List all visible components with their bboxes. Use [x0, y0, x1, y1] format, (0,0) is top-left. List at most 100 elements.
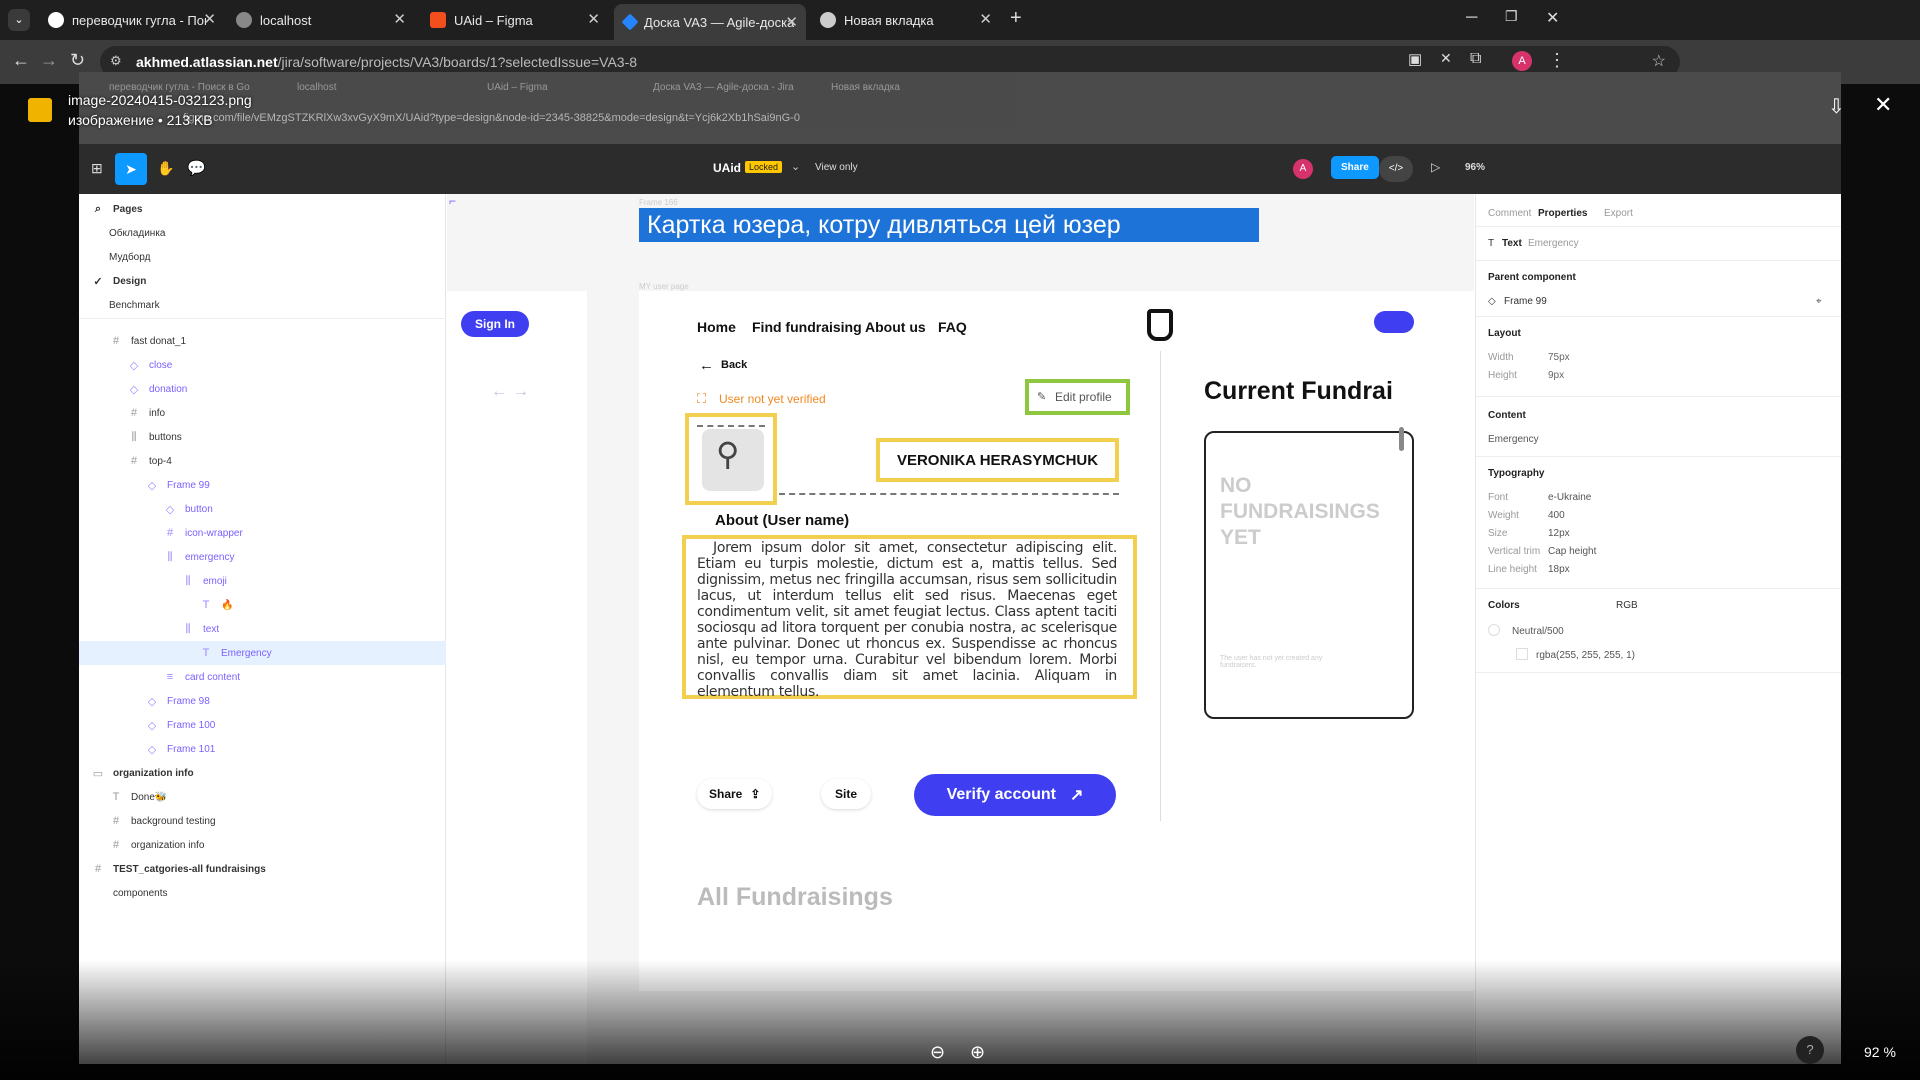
- site-info-icon[interactable]: ⚙: [110, 53, 122, 69]
- search-icon[interactable]: ⌕: [91, 203, 105, 216]
- chevron-down-icon[interactable]: ⌄: [791, 160, 800, 173]
- layer-row[interactable]: ⫼ text: [79, 617, 446, 641]
- zoom-out-icon[interactable]: ⊖: [930, 1042, 945, 1063]
- layer-row[interactable]: ◇ Frame 98: [79, 689, 446, 713]
- layer-row[interactable]: # fast donat_1: [79, 329, 446, 353]
- tab-localhost[interactable]: localhost ✕: [226, 6, 414, 34]
- nav-about-us[interactable]: About us: [865, 319, 926, 335]
- extensions-puzzle-icon[interactable]: ⧉: [1470, 50, 1481, 68]
- layer-row[interactable]: ◇ Frame 100: [79, 713, 446, 737]
- close-tab-icon[interactable]: ✕: [785, 13, 798, 31]
- weight-value: 400: [1548, 510, 1565, 521]
- page-item[interactable]: Мудборд: [79, 245, 446, 269]
- layer-row[interactable]: ◇ Frame 99: [79, 473, 446, 497]
- scrollbar[interactable]: [1399, 427, 1404, 451]
- layer-row[interactable]: T Done🐝: [79, 785, 446, 809]
- back-icon[interactable]: ←: [12, 50, 30, 71]
- close-tab-icon[interactable]: ✕: [979, 10, 992, 28]
- verify-account-button[interactable]: Verify account ↗: [914, 774, 1116, 816]
- page-item-selected[interactable]: ✓ Design: [79, 269, 446, 293]
- move-tool-icon[interactable]: ➤: [115, 153, 147, 185]
- tab-jira[interactable]: Доска VA3 — Agile-доска - Jira ✕: [614, 4, 806, 40]
- layer-row[interactable]: # TEST_catgories-all fundraisings: [79, 857, 446, 881]
- close-window-icon[interactable]: ✕: [1546, 8, 1559, 28]
- tab-comment[interactable]: Comment: [1488, 208, 1531, 219]
- zoom-level[interactable]: 96%: [1465, 162, 1485, 173]
- layer-row[interactable]: T Emergency: [79, 641, 446, 665]
- restore-icon[interactable]: ❐: [1505, 8, 1518, 25]
- parent-value[interactable]: Frame 99: [1504, 296, 1547, 307]
- bookmark-star-icon[interactable]: ☆: [1652, 51, 1666, 71]
- comment-tool-icon[interactable]: 💬: [187, 159, 206, 177]
- zoom-in-icon[interactable]: ⊕: [970, 1042, 985, 1063]
- download-icon[interactable]: ⇩: [1828, 94, 1845, 119]
- forward-icon[interactable]: →: [40, 50, 58, 71]
- layer-row[interactable]: ≡ card content: [79, 665, 446, 689]
- edit-profile-button[interactable]: ✎ Edit profile: [1025, 379, 1130, 415]
- sign-in-button[interactable]: Sign In: [461, 311, 529, 337]
- reload-icon[interactable]: ↻: [70, 50, 85, 71]
- layer-row[interactable]: # info: [79, 401, 446, 425]
- user-page-frame: Home Find fundraising About us FAQ ← Bac…: [639, 291, 1474, 991]
- layer-row[interactable]: ⫼ buttons: [79, 425, 446, 449]
- minimize-icon[interactable]: ─: [1466, 9, 1477, 27]
- tab-search-icon[interactable]: ⌄: [8, 9, 30, 31]
- google-icon: [48, 12, 64, 28]
- layer-row[interactable]: ◇ donation: [79, 377, 446, 401]
- image-viewer: переводчик гугла - Поиск в Go localhost …: [0, 72, 1920, 1080]
- layer-row[interactable]: # icon-wrapper: [79, 521, 446, 545]
- toggle-switch[interactable]: [1374, 311, 1414, 333]
- layer-row[interactable]: components: [79, 881, 446, 905]
- dev-mode-toggle[interactable]: </>: [1379, 156, 1413, 182]
- layer-row[interactable]: ◇ close: [79, 353, 446, 377]
- layer-row[interactable]: ◇ Frame 101: [79, 737, 446, 761]
- arrow-left-icon[interactable]: ←: [491, 383, 507, 401]
- avatar[interactable]: ⚲: [702, 429, 764, 491]
- target-icon[interactable]: ⌖: [1816, 296, 1822, 307]
- layer-row[interactable]: # top-4: [79, 449, 446, 473]
- close-tab-icon[interactable]: ✕: [587, 10, 600, 28]
- share-button[interactable]: Share: [1331, 156, 1379, 179]
- site-button[interactable]: Site: [821, 779, 872, 809]
- share-profile-button[interactable]: Share ⇪: [697, 779, 773, 809]
- layer-row[interactable]: T 🔥: [79, 593, 446, 617]
- help-button[interactable]: ?: [1796, 1036, 1824, 1064]
- tab-export[interactable]: Export: [1604, 208, 1633, 219]
- layer-row[interactable]: ◇ button: [79, 497, 446, 521]
- page-item[interactable]: Benchmark: [79, 293, 446, 317]
- close-tab-icon[interactable]: ✕: [393, 10, 406, 28]
- nav-home[interactable]: Home: [697, 319, 736, 335]
- nav-find-fundraising[interactable]: Find fundraising: [752, 319, 862, 335]
- back-arrow-icon[interactable]: ←: [699, 357, 714, 374]
- tab-properties[interactable]: Properties: [1538, 208, 1587, 219]
- file-title[interactable]: UAid: [713, 161, 741, 175]
- layer-type-icon: ◇: [129, 383, 139, 396]
- color-mode-select[interactable]: RGB: [1616, 600, 1638, 611]
- page-item[interactable]: Обкладинка: [79, 221, 446, 245]
- layer-label: top-4: [149, 455, 172, 467]
- layer-row[interactable]: # organization info: [79, 833, 446, 857]
- back-link[interactable]: Back: [721, 359, 747, 371]
- layer-row[interactable]: ⫼ emergency: [79, 545, 446, 569]
- tab-google[interactable]: переводчик гугла - Поиск в Go ✕: [38, 6, 224, 34]
- menu-dots-icon[interactable]: ⋮: [1548, 50, 1566, 71]
- arrow-right-icon[interactable]: →: [513, 383, 529, 401]
- figma-menu-icon[interactable]: ⊞: [91, 160, 103, 177]
- tab-figma[interactable]: UAid – Figma ✕: [420, 6, 608, 34]
- present-icon[interactable]: ▷: [1431, 160, 1440, 174]
- extension-x-icon[interactable]: ✕: [1440, 50, 1452, 67]
- hand-tool-icon[interactable]: ✋: [157, 160, 174, 177]
- layer-row[interactable]: # background testing: [79, 809, 446, 833]
- close-tab-icon[interactable]: ✕: [203, 10, 216, 28]
- design-canvas[interactable]: ⌐ Frame 166 Картка юзера, котру дивлятьс…: [447, 194, 1474, 1064]
- layer-row[interactable]: ▭ organization info: [79, 761, 446, 785]
- new-tab-icon[interactable]: +: [1010, 7, 1022, 30]
- profile-avatar[interactable]: A: [1512, 51, 1532, 71]
- pages-header[interactable]: ⌕ Pages: [79, 197, 446, 221]
- tab-new[interactable]: Новая вкладка ✕: [810, 6, 1000, 34]
- close-viewer-icon[interactable]: ✕: [1874, 92, 1892, 118]
- avatar[interactable]: A: [1293, 159, 1313, 179]
- nav-faq[interactable]: FAQ: [938, 319, 967, 335]
- layer-row[interactable]: ⫼ emoji: [79, 569, 446, 593]
- extension-icon[interactable]: ▣: [1408, 50, 1422, 68]
